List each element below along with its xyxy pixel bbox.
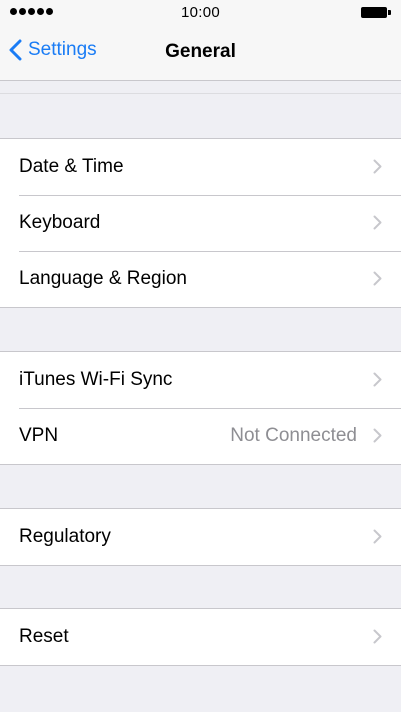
navigation-bar: Settings General bbox=[0, 24, 401, 81]
row-label: iTunes Wi-Fi Sync bbox=[19, 369, 173, 390]
settings-group-regulatory: Regulatory bbox=[0, 508, 401, 566]
chevron-right-icon bbox=[373, 629, 382, 644]
settings-group-datetime: Date & Time Keyboard Language & Region bbox=[0, 138, 401, 308]
row-label: Date & Time bbox=[19, 156, 124, 177]
chevron-right-icon bbox=[373, 372, 382, 387]
row-keyboard[interactable]: Keyboard bbox=[0, 195, 401, 251]
chevron-right-icon bbox=[373, 529, 382, 544]
row-itunes-wifi-sync[interactable]: iTunes Wi-Fi Sync bbox=[0, 352, 401, 408]
chevron-right-icon bbox=[373, 215, 382, 230]
row-vpn[interactable]: VPN Not Connected bbox=[0, 408, 401, 464]
row-label: Reset bbox=[19, 626, 69, 647]
settings-group-reset: Reset bbox=[0, 608, 401, 666]
chevron-right-icon bbox=[373, 428, 382, 443]
vpn-status-value: Not Connected bbox=[230, 425, 357, 446]
settings-group-sync: iTunes Wi-Fi Sync VPN Not Connected bbox=[0, 351, 401, 465]
row-reset[interactable]: Reset bbox=[0, 609, 401, 665]
top-separator bbox=[0, 81, 401, 94]
chevron-right-icon bbox=[373, 271, 382, 286]
row-language-region[interactable]: Language & Region bbox=[0, 251, 401, 307]
battery-icon bbox=[361, 7, 391, 18]
status-time: 10:00 bbox=[180, 4, 221, 21]
status-bar: 10:00 bbox=[0, 0, 401, 24]
row-label: Keyboard bbox=[19, 212, 101, 233]
row-label: VPN bbox=[19, 425, 59, 446]
row-date-time[interactable]: Date & Time bbox=[0, 139, 401, 195]
row-regulatory[interactable]: Regulatory bbox=[0, 509, 401, 565]
chevron-right-icon bbox=[373, 159, 382, 174]
row-label: Language & Region bbox=[19, 268, 187, 289]
row-label: Regulatory bbox=[19, 526, 111, 547]
page-title: General bbox=[165, 41, 236, 62]
